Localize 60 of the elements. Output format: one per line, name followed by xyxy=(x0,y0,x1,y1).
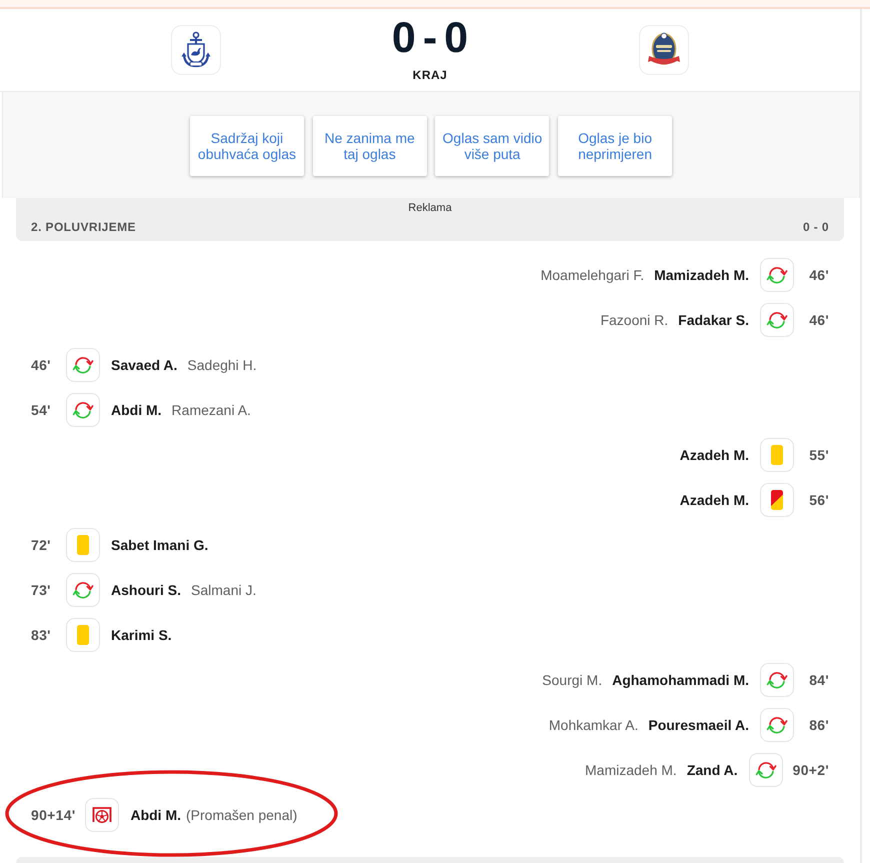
secondary-player-name: Mamizadeh M. xyxy=(585,762,677,778)
ad-feedback-button[interactable]: Sadržaj koji obuhvaća oglas xyxy=(190,116,304,176)
player-name: Karimi S. xyxy=(111,626,172,642)
event-time: 56' xyxy=(808,492,829,508)
player-name: Savaed A. xyxy=(111,356,178,372)
secondary-player-name: Mohkamkar A. xyxy=(548,716,638,732)
secondary-player-name: Fazooni R. xyxy=(600,312,668,328)
player-name: Abdi M. xyxy=(130,806,181,822)
circular-arrows-icon xyxy=(66,392,100,426)
player-name: Azadeh M. xyxy=(680,492,749,508)
event-time: 90+2' xyxy=(792,762,829,778)
event-time: 55' xyxy=(808,446,829,462)
player-name: Azadeh M. xyxy=(680,446,749,462)
event-time: 83' xyxy=(31,626,52,642)
period-score: 0 - 0 xyxy=(802,220,829,234)
circular-arrows-icon xyxy=(760,302,794,336)
secondary-player-name: Ramezani A. xyxy=(172,402,251,418)
ad-label: Reklama xyxy=(408,202,452,215)
card-icon xyxy=(66,528,100,562)
circular-arrows-icon xyxy=(760,662,794,696)
player-name: Abdi M. xyxy=(111,402,162,418)
event-time: 73' xyxy=(31,582,52,598)
event-time: 46' xyxy=(808,312,829,328)
away-score: 0 xyxy=(444,16,468,60)
event-time: 90+14' xyxy=(31,806,76,822)
event-time: 72' xyxy=(31,536,52,552)
split-card-icon xyxy=(760,482,794,516)
event-note: (Promašen penal) xyxy=(186,806,298,822)
circular-arrows-icon xyxy=(66,348,100,382)
secondary-player-name: Salmani J. xyxy=(191,582,256,598)
secondary-player-name: Sadeghi H. xyxy=(187,356,257,372)
secondary-player-name: Moamelehgari F. xyxy=(540,266,644,282)
ad-feedback-button[interactable]: Ne zanima me taj oglas xyxy=(312,116,427,176)
circular-arrows-icon xyxy=(760,708,794,742)
oval-badge-logo xyxy=(639,25,689,75)
event-time: 46' xyxy=(31,356,52,372)
card-icon xyxy=(66,618,100,652)
event-time: 86' xyxy=(808,716,829,732)
match-status: KRAJ xyxy=(412,68,448,82)
player-name: Fadakar S. xyxy=(678,312,749,328)
period-title: 2. POLUVRIJEME xyxy=(31,220,136,234)
event-time: 46' xyxy=(808,266,829,282)
home-score: 0 xyxy=(392,16,416,60)
score-separator: - xyxy=(422,16,438,60)
player-name: Aghamohammadi M. xyxy=(612,672,749,688)
anchor-crest-logo xyxy=(171,25,221,75)
player-name: Ashouri S. xyxy=(111,582,182,598)
ad-feedback-button[interactable]: Oglas sam vidio više puta xyxy=(435,116,550,176)
player-name: Mamizadeh M. xyxy=(654,266,749,282)
event-time: 84' xyxy=(808,672,829,688)
circular-arrows-icon xyxy=(760,258,794,292)
ad-feedback-button[interactable]: Oglas je bio neprimjeren xyxy=(558,116,672,176)
secondary-player-name: Sourgi M. xyxy=(542,672,602,688)
player-name: Pouresmaeil A. xyxy=(648,716,749,732)
card-icon xyxy=(760,438,794,472)
player-name: Sabet Imani G. xyxy=(111,536,208,552)
player-name: Zand A. xyxy=(686,762,738,778)
event-time: 54' xyxy=(31,402,52,418)
circular-arrows-icon xyxy=(66,572,100,606)
circular-arrows-icon xyxy=(748,752,783,786)
